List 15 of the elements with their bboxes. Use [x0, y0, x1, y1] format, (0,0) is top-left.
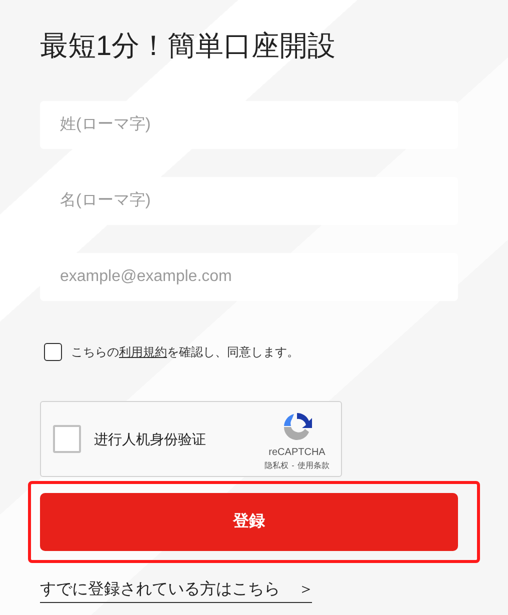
arrow-icon[interactable]: ＞: [298, 578, 314, 602]
checkbox[interactable]: [44, 343, 62, 361]
login-link[interactable]: すでに登録されている方はこちら: [40, 578, 280, 602]
recaptcha-logo-icon: [281, 410, 313, 442]
consent-text: こちらの利用規約を確認し、同意します。: [71, 344, 299, 361]
recaptcha-brand: reCAPTCHA: [268, 446, 326, 460]
privacy-link[interactable]: 隐私权: [264, 460, 289, 472]
recaptcha-label: 进行人机身份验证: [94, 430, 206, 448]
separator-text: -: [292, 460, 294, 472]
input-field[interactable]: example@example.com: [40, 253, 458, 301]
page-title: 最短1分！簡単口座開設: [40, 29, 337, 63]
input-field[interactable]: 姓(ローマ字): [40, 101, 458, 149]
terms-link[interactable]: 利用規約: [119, 345, 167, 359]
register-button[interactable]: 登録: [40, 493, 458, 551]
terms-link[interactable]: 使用条款: [297, 460, 330, 472]
